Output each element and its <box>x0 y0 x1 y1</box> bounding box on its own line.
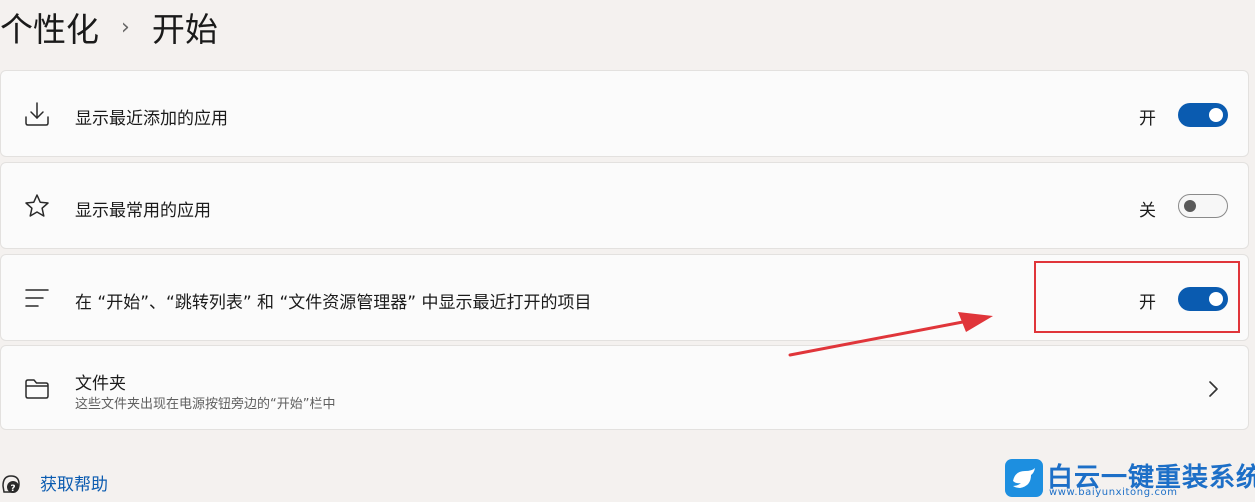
watermark-url: www.baiyunxitong.com <box>1049 487 1178 498</box>
bird-icon <box>1005 459 1043 497</box>
watermark-logo: 白云一键重装系统 www.baiyunxitong.com <box>1003 455 1255 501</box>
download-icon <box>25 102 49 126</box>
most-used-toggle[interactable] <box>1178 194 1228 218</box>
setting-label: 显示最常用的应用 <box>75 201 211 221</box>
folders-title: 文件夹 <box>75 374 126 394</box>
breadcrumb-parent[interactable]: 个性化 <box>0 3 99 51</box>
star-icon <box>25 194 49 217</box>
breadcrumb-separator-icon: › <box>121 14 130 40</box>
toggle-state-label: 开 <box>1139 109 1156 129</box>
folders-subtitle: 这些文件夹出现在电源按钮旁边的“开始”栏中 <box>75 397 336 412</box>
get-help-label[interactable]: 获取帮助 <box>40 470 108 495</box>
recently-added-toggle[interactable] <box>1178 103 1228 127</box>
folder-icon <box>25 379 49 399</box>
setting-row-most-used[interactable]: 显示最常用的应用 关 <box>0 162 1249 249</box>
chevron-right-icon[interactable] <box>1206 380 1220 398</box>
list-icon <box>25 289 49 307</box>
breadcrumb: 个性化 › 开始 <box>0 2 218 52</box>
svg-text:?: ? <box>10 484 15 494</box>
folders-row[interactable]: 文件夹 这些文件夹出现在电源按钮旁边的“开始”栏中 <box>0 345 1249 430</box>
toggle-state-label: 关 <box>1139 201 1156 221</box>
setting-label: 在 “开始”、“跳转列表” 和 “文件资源管理器” 中显示最近打开的项目 <box>75 293 592 313</box>
help-icon: ? <box>2 475 20 494</box>
page-title: 开始 <box>151 10 218 49</box>
setting-label: 显示最近添加的应用 <box>75 109 228 129</box>
setting-row-recently-added[interactable]: 显示最近添加的应用 开 <box>0 70 1249 157</box>
highlight-box <box>1034 261 1240 333</box>
